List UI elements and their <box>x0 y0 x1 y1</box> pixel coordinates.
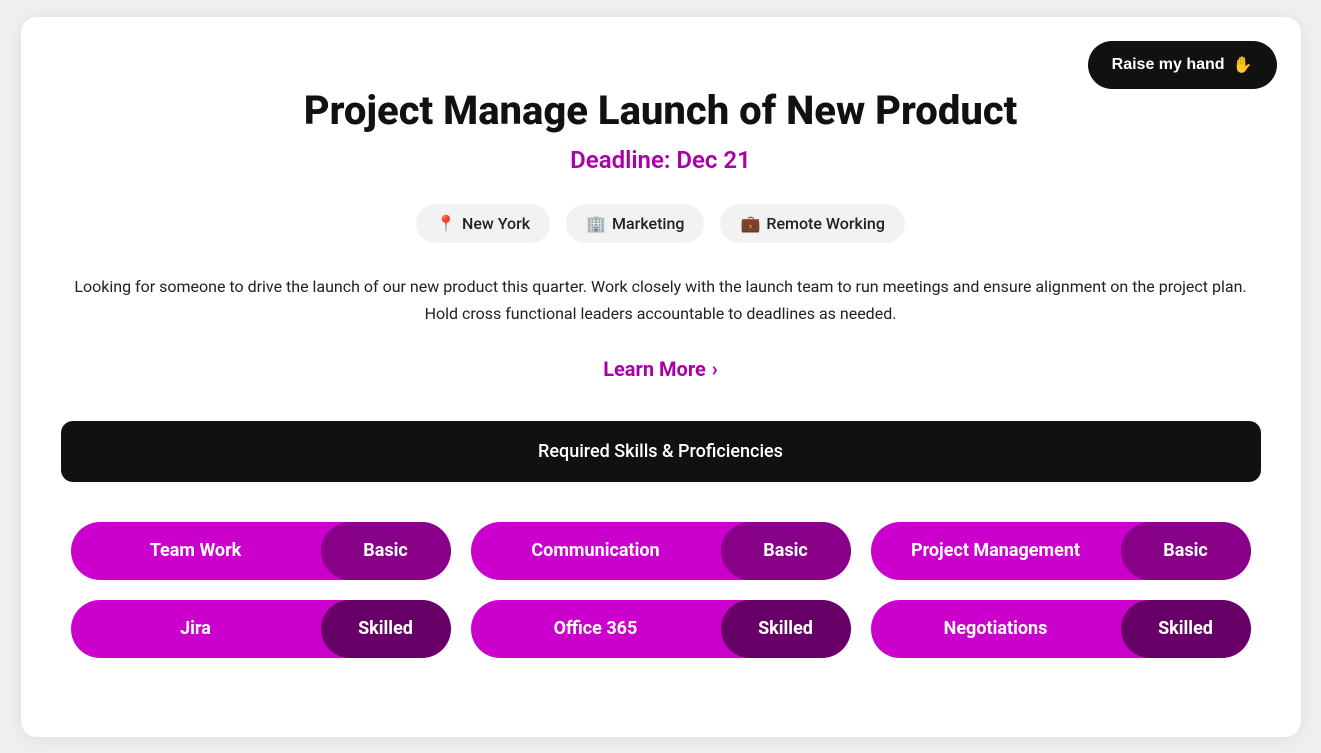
skill-name: Project Management <box>871 540 1121 561</box>
tag-label: Marketing <box>612 214 684 233</box>
skill-name: Team Work <box>71 540 321 561</box>
tag-label: Remote Working <box>766 214 885 233</box>
skill-item: Office 365 Skilled <box>471 600 851 658</box>
deadline-text: Deadline: Dec 21 <box>61 146 1261 174</box>
skill-level: Basic <box>321 522 451 580</box>
skill-item: Project Management Basic <box>871 522 1251 580</box>
tags-row: 📍 New York 🏢 Marketing 💼 Remote Working <box>61 204 1261 243</box>
skill-name: Jira <box>71 618 321 639</box>
content-area: Project Manage Launch of New Product Dea… <box>61 87 1261 658</box>
skill-level: Skilled <box>721 600 851 658</box>
skill-level: Skilled <box>1121 600 1251 658</box>
tag-label: New York <box>462 214 530 233</box>
raise-hand-label: Raise my hand <box>1112 56 1225 74</box>
skill-item: Negotiations Skilled <box>871 600 1251 658</box>
skill-item: Communication Basic <box>471 522 851 580</box>
learn-more-label: Learn More <box>603 357 706 381</box>
main-card: Raise my hand ✋ Project Manage Launch of… <box>21 17 1301 737</box>
skill-item: Jira Skilled <box>71 600 451 658</box>
raise-hand-icon: ✋ <box>1233 55 1253 75</box>
skill-level: Basic <box>721 522 851 580</box>
tag-item: 💼 Remote Working <box>720 204 904 243</box>
skill-name: Communication <box>471 540 721 561</box>
skill-level: Basic <box>1121 522 1251 580</box>
skills-grid: Team Work Basic Communication Basic Proj… <box>61 522 1261 658</box>
tag-icon: 🏢 <box>586 214 606 233</box>
skill-level: Skilled <box>321 600 451 658</box>
tag-icon: 📍 <box>436 214 456 233</box>
description-text: Looking for someone to drive the launch … <box>61 273 1261 327</box>
raise-hand-button[interactable]: Raise my hand ✋ <box>1088 41 1277 89</box>
learn-more-link[interactable]: Learn More › <box>603 357 718 381</box>
skill-item: Team Work Basic <box>71 522 451 580</box>
skills-header: Required Skills & Proficiencies <box>61 421 1261 482</box>
learn-more-chevron: › <box>712 357 718 381</box>
skill-name: Office 365 <box>471 618 721 639</box>
page-title: Project Manage Launch of New Product <box>61 87 1261 134</box>
tag-item: 📍 New York <box>416 204 550 243</box>
tag-item: 🏢 Marketing <box>566 204 704 243</box>
tag-icon: 💼 <box>740 214 760 233</box>
skill-name: Negotiations <box>871 618 1121 639</box>
